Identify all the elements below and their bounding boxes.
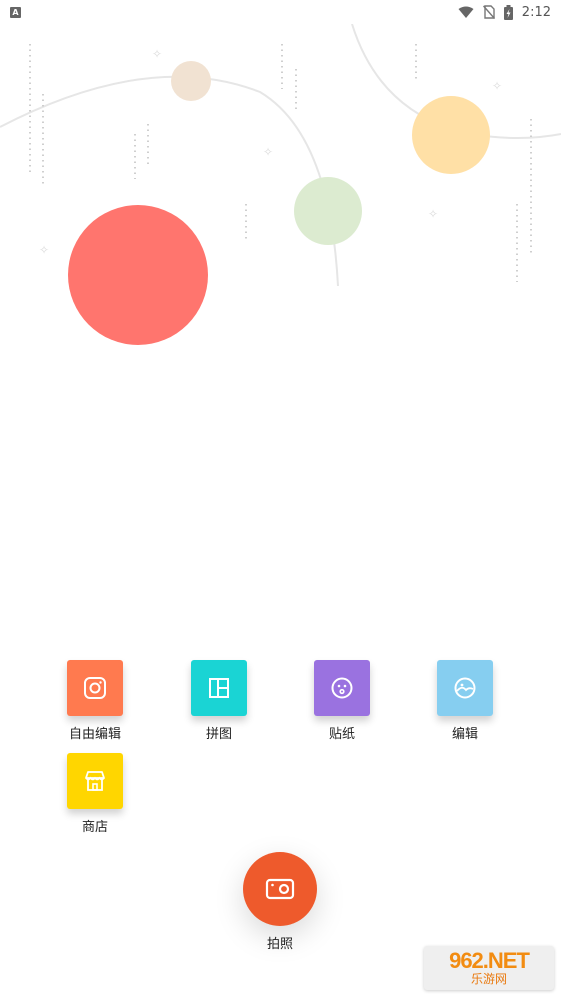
shoot-button[interactable] (243, 852, 317, 926)
shoot-section: 拍照 (230, 852, 330, 952)
feature-free-edit[interactable]: 自由编辑 (50, 660, 140, 742)
svg-text:✧: ✧ (39, 243, 49, 257)
watermark-logo: 962.NET 乐游网 (424, 946, 554, 990)
photo-edit-icon (454, 677, 476, 699)
red-bubble (68, 205, 208, 345)
feature-stickers[interactable]: 贴纸 (297, 660, 387, 742)
feature-tile[interactable] (67, 753, 123, 809)
feature-tile[interactable] (191, 660, 247, 716)
feature-label: 商店 (81, 820, 108, 835)
feature-label: 自由编辑 (68, 727, 121, 742)
shoot-label: 拍照 (266, 937, 293, 952)
feature-label: 编辑 (451, 727, 478, 742)
wifi-icon (458, 6, 474, 18)
collage-layout-icon (209, 678, 229, 698)
camera-icon (265, 878, 295, 900)
status-bar: A 2:12 (0, 0, 561, 24)
feature-tile[interactable] (314, 660, 370, 716)
store-icon (85, 771, 105, 791)
feature-tile[interactable] (437, 660, 493, 716)
svg-text:✧: ✧ (263, 145, 273, 159)
green-bubble (294, 177, 362, 245)
battery-charging-icon (503, 4, 513, 20)
status-left: A (10, 6, 21, 18)
notification-icon: A (10, 6, 21, 18)
orange-bubble (412, 96, 490, 174)
watermark-bottom: 乐游网 (470, 972, 507, 986)
hero-illustration: ✧ ✧ ✧ ✧ ✧ (0, 24, 561, 345)
feature-label: 贴纸 (328, 727, 355, 742)
status-time: 2:12 (521, 4, 551, 20)
feature-store[interactable]: 商店 (50, 753, 140, 835)
tan-bubble (171, 61, 211, 101)
feature-tile[interactable] (67, 660, 123, 716)
feature-label: 拼图 (205, 727, 232, 742)
feature-edit[interactable]: 编辑 (420, 660, 510, 742)
watermark-top: 962.NET (449, 948, 530, 973)
feature-collage[interactable]: 拼图 (174, 660, 264, 742)
svg-text:✧: ✧ (152, 47, 162, 61)
smiley-sticker-icon (331, 677, 353, 699)
svg-text:✧: ✧ (492, 79, 502, 93)
no-sim-icon (482, 5, 495, 19)
status-right: 2:12 (458, 4, 551, 20)
svg-text:✧: ✧ (428, 207, 438, 221)
instagram-camera-icon (84, 677, 106, 699)
